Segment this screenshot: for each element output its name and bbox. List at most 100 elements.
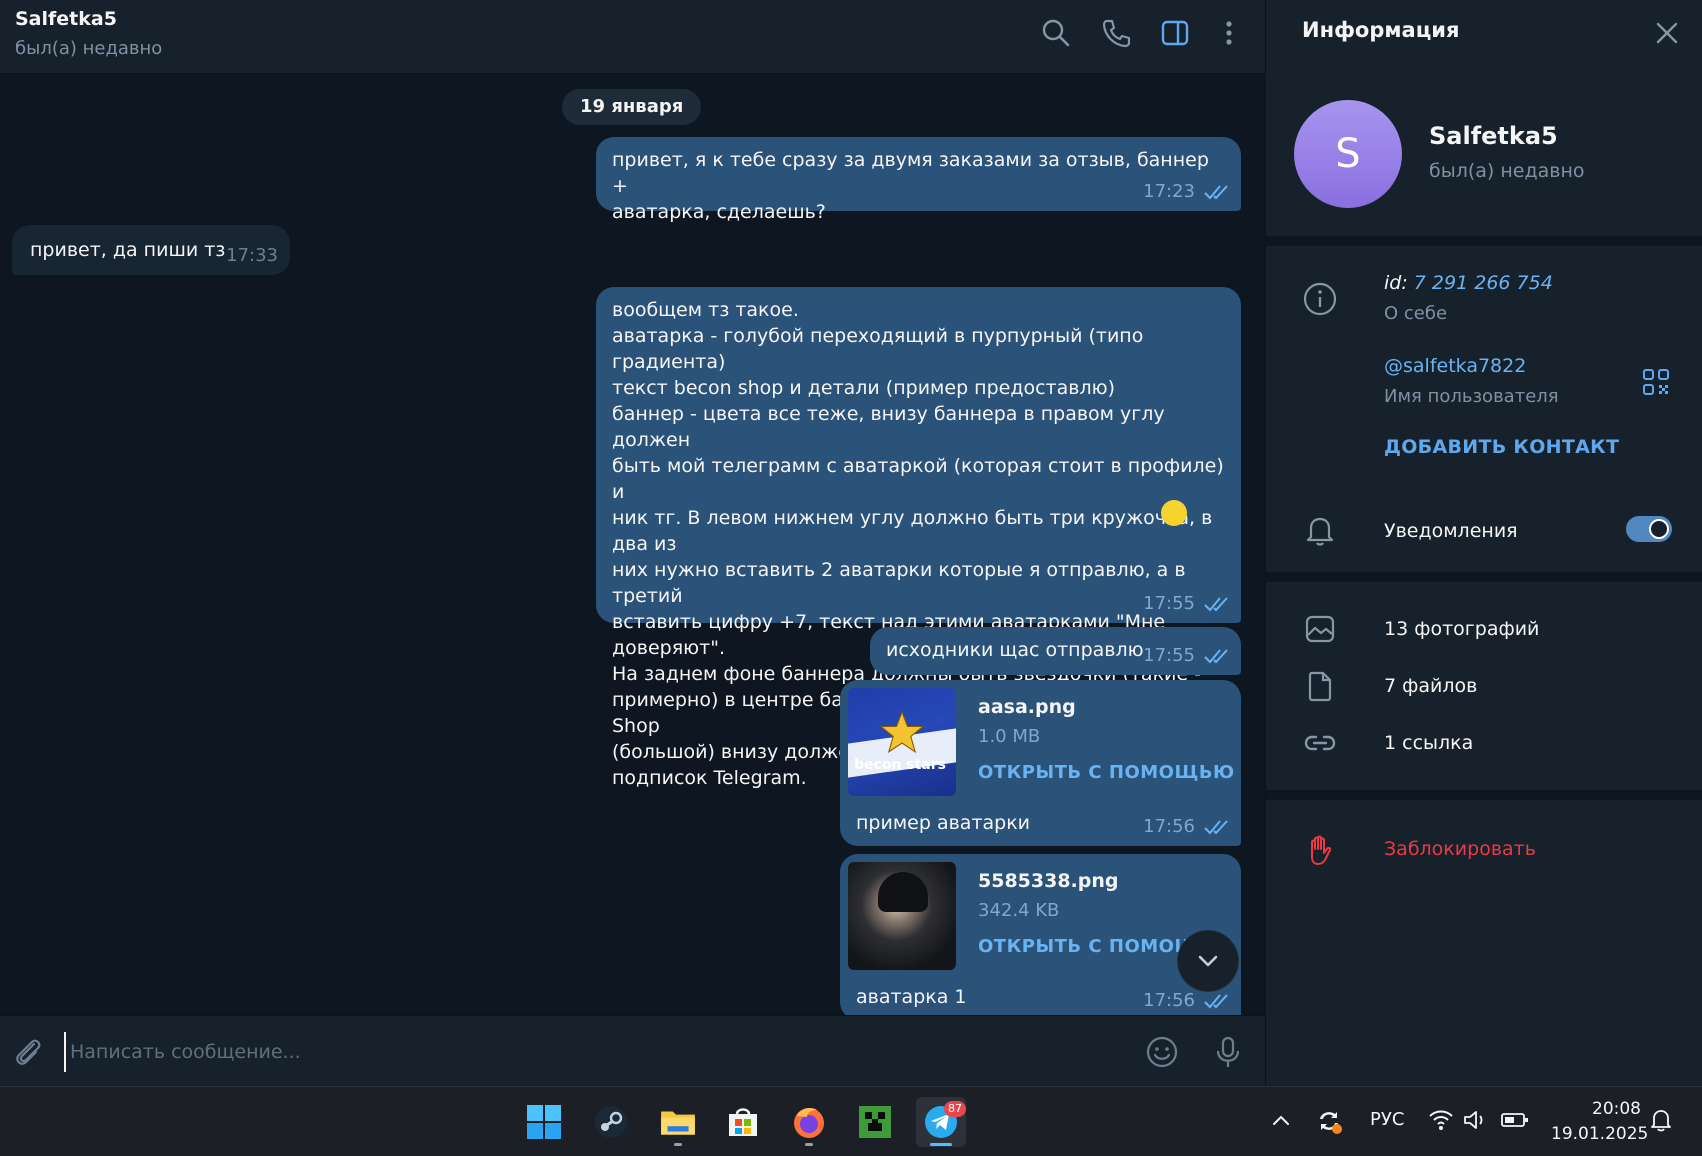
battery-icon[interactable] xyxy=(1500,1107,1530,1133)
file-caption: аватарка 1 xyxy=(856,986,967,1008)
profile-name: Salfetka5 xyxy=(1429,122,1558,150)
notifications-label: Уведомления xyxy=(1384,520,1518,542)
divider xyxy=(1266,236,1702,246)
chat-header[interactable]: Salfetka5 был(а) недавно xyxy=(0,0,1265,74)
profile-status: был(а) недавно xyxy=(1429,160,1585,182)
attach-icon[interactable] xyxy=(10,1034,46,1070)
info-icon xyxy=(1302,281,1338,317)
message-meta: 17:23 xyxy=(1143,179,1231,205)
active-indicator xyxy=(930,1143,952,1146)
message-bubble[interactable]: привет, я к тебе сразу за двумя заказами… xyxy=(596,137,1241,223)
microphone-icon[interactable] xyxy=(1210,1034,1246,1070)
file-icon xyxy=(1302,668,1338,704)
user-id-value: 7 291 266 754 xyxy=(1413,272,1553,294)
running-indicator xyxy=(805,1143,813,1146)
read-ticks-icon xyxy=(1204,185,1228,200)
emoji-star-icon xyxy=(1161,500,1187,526)
phone-icon[interactable] xyxy=(1099,16,1133,50)
star-icon xyxy=(880,710,924,754)
notification-bell-icon[interactable] xyxy=(1648,1107,1674,1133)
info-sidebar: Информация S Salfetka5 был(а) недавно id… xyxy=(1265,0,1702,1086)
chat-title[interactable]: Salfetka5 xyxy=(15,8,117,30)
taskbar: 87 РУС 20:08 19.01.2025 xyxy=(0,1086,1702,1156)
avatar[interactable]: S xyxy=(1294,100,1402,208)
minecraft-app[interactable] xyxy=(850,1097,900,1147)
unread-badge: 87 xyxy=(944,1101,966,1117)
bell-icon xyxy=(1302,512,1338,548)
add-contact-button[interactable]: ДОБАВИТЬ КОНТАКТ xyxy=(1384,436,1619,458)
username-link[interactable]: @salfetka7822 xyxy=(1384,355,1526,377)
chat-pane: Salfetka5 был(а) недавно 19 января приве… xyxy=(0,0,1265,1086)
message-time: 17:56 xyxy=(1143,816,1195,837)
message-time: 17:33 xyxy=(226,245,278,266)
message-input[interactable] xyxy=(64,1032,1124,1072)
read-ticks-icon xyxy=(1204,649,1228,664)
file-message[interactable]: 5585338.png 342.4 KB ОТКРЫТЬ С ПОМОЩЬЮ а… xyxy=(840,854,1241,1015)
close-icon[interactable] xyxy=(1652,18,1682,48)
file-size: 342.4 KB xyxy=(978,900,1060,921)
file-thumbnail[interactable] xyxy=(848,862,956,970)
message-time: 17:55 xyxy=(1143,593,1195,614)
photo-icon xyxy=(1302,611,1338,647)
file-explorer-app[interactable] xyxy=(653,1097,703,1147)
firefox-app[interactable] xyxy=(784,1097,834,1147)
file-name: aasa.png xyxy=(978,696,1076,718)
file-size: 1.0 MB xyxy=(978,726,1041,747)
folder-icon xyxy=(661,1111,695,1135)
read-ticks-icon xyxy=(1204,994,1228,1009)
search-icon[interactable] xyxy=(1039,16,1073,50)
message-meta: 17:56 xyxy=(1143,988,1231,1014)
clock-date[interactable]: 19.01.2025 xyxy=(1551,1124,1648,1144)
file-caption: пример аватарки xyxy=(856,812,1031,834)
photos-link[interactable]: 13 фотографий xyxy=(1384,618,1539,640)
sidebar-toggle-icon[interactable] xyxy=(1158,16,1192,50)
sidebar-title: Информация xyxy=(1302,18,1460,42)
chat-status: был(а) недавно xyxy=(15,38,163,59)
files-link[interactable]: 7 файлов xyxy=(1384,675,1477,697)
microsoft-store-app[interactable] xyxy=(718,1097,768,1147)
scroll-to-bottom-button[interactable] xyxy=(1177,930,1239,992)
links-link[interactable]: 1 ссылка xyxy=(1384,732,1473,754)
block-user-button[interactable]: Заблокировать xyxy=(1384,838,1536,860)
read-ticks-icon xyxy=(1204,597,1228,612)
composer xyxy=(0,1015,1265,1086)
store-icon xyxy=(729,1108,757,1136)
file-message[interactable]: becon stars aasa.png 1.0 MB ОТКРЫТЬ С ПО… xyxy=(840,680,1241,846)
message-bubble[interactable]: исходники щас отправлю 17:55 xyxy=(870,627,1241,675)
windows-logo-icon xyxy=(527,1105,561,1139)
volume-icon[interactable] xyxy=(1462,1107,1488,1133)
message-bubble[interactable]: вообщем тз такое. аватарка - голубой пер… xyxy=(596,287,1241,789)
block-hand-icon xyxy=(1302,832,1338,868)
file-name: 5585338.png xyxy=(978,870,1119,892)
message-meta: 17:33 xyxy=(226,243,278,269)
more-menu-icon[interactable] xyxy=(1212,16,1246,50)
message-meta: 17:55 xyxy=(1143,643,1231,669)
message-list[interactable]: 19 января привет, я к тебе сразу за двум… xyxy=(0,75,1265,1015)
clock-time[interactable]: 20:08 xyxy=(1592,1099,1641,1119)
wifi-icon[interactable] xyxy=(1428,1107,1454,1133)
message-time: 17:55 xyxy=(1143,645,1195,666)
about-label: О себе xyxy=(1384,303,1448,324)
message-meta: 17:56 xyxy=(1143,814,1231,840)
sync-icon[interactable] xyxy=(1315,1107,1343,1135)
user-id-label: id: xyxy=(1384,272,1408,294)
open-with-button[interactable]: ОТКРЫТЬ С ПОМОЩЬЮ xyxy=(978,760,1235,786)
username-label: Имя пользователя xyxy=(1384,386,1559,407)
date-separator: 19 января xyxy=(562,89,702,125)
firefox-icon xyxy=(794,1108,824,1138)
steam-app[interactable] xyxy=(586,1097,636,1147)
message-bubble[interactable]: привет, да пиши тз 17:33 xyxy=(12,225,290,275)
qr-code-icon[interactable] xyxy=(1641,367,1671,397)
message-meta: 17:55 xyxy=(1143,591,1231,617)
message-time: 17:56 xyxy=(1143,990,1195,1011)
input-language[interactable]: РУС xyxy=(1370,1109,1404,1130)
chevron-up-icon[interactable] xyxy=(1270,1109,1292,1131)
user-id[interactable]: id: 7 291 266 754 xyxy=(1384,272,1553,294)
emoji-icon[interactable] xyxy=(1144,1034,1180,1070)
notifications-toggle[interactable] xyxy=(1626,516,1672,542)
message-text: привет, я к тебе сразу за двумя заказами… xyxy=(612,149,1209,223)
file-thumbnail[interactable]: becon stars xyxy=(848,688,956,796)
start-button[interactable] xyxy=(519,1097,569,1147)
telegram-app[interactable]: 87 xyxy=(916,1097,966,1147)
thumbnail-caption: becon stars xyxy=(854,757,946,773)
